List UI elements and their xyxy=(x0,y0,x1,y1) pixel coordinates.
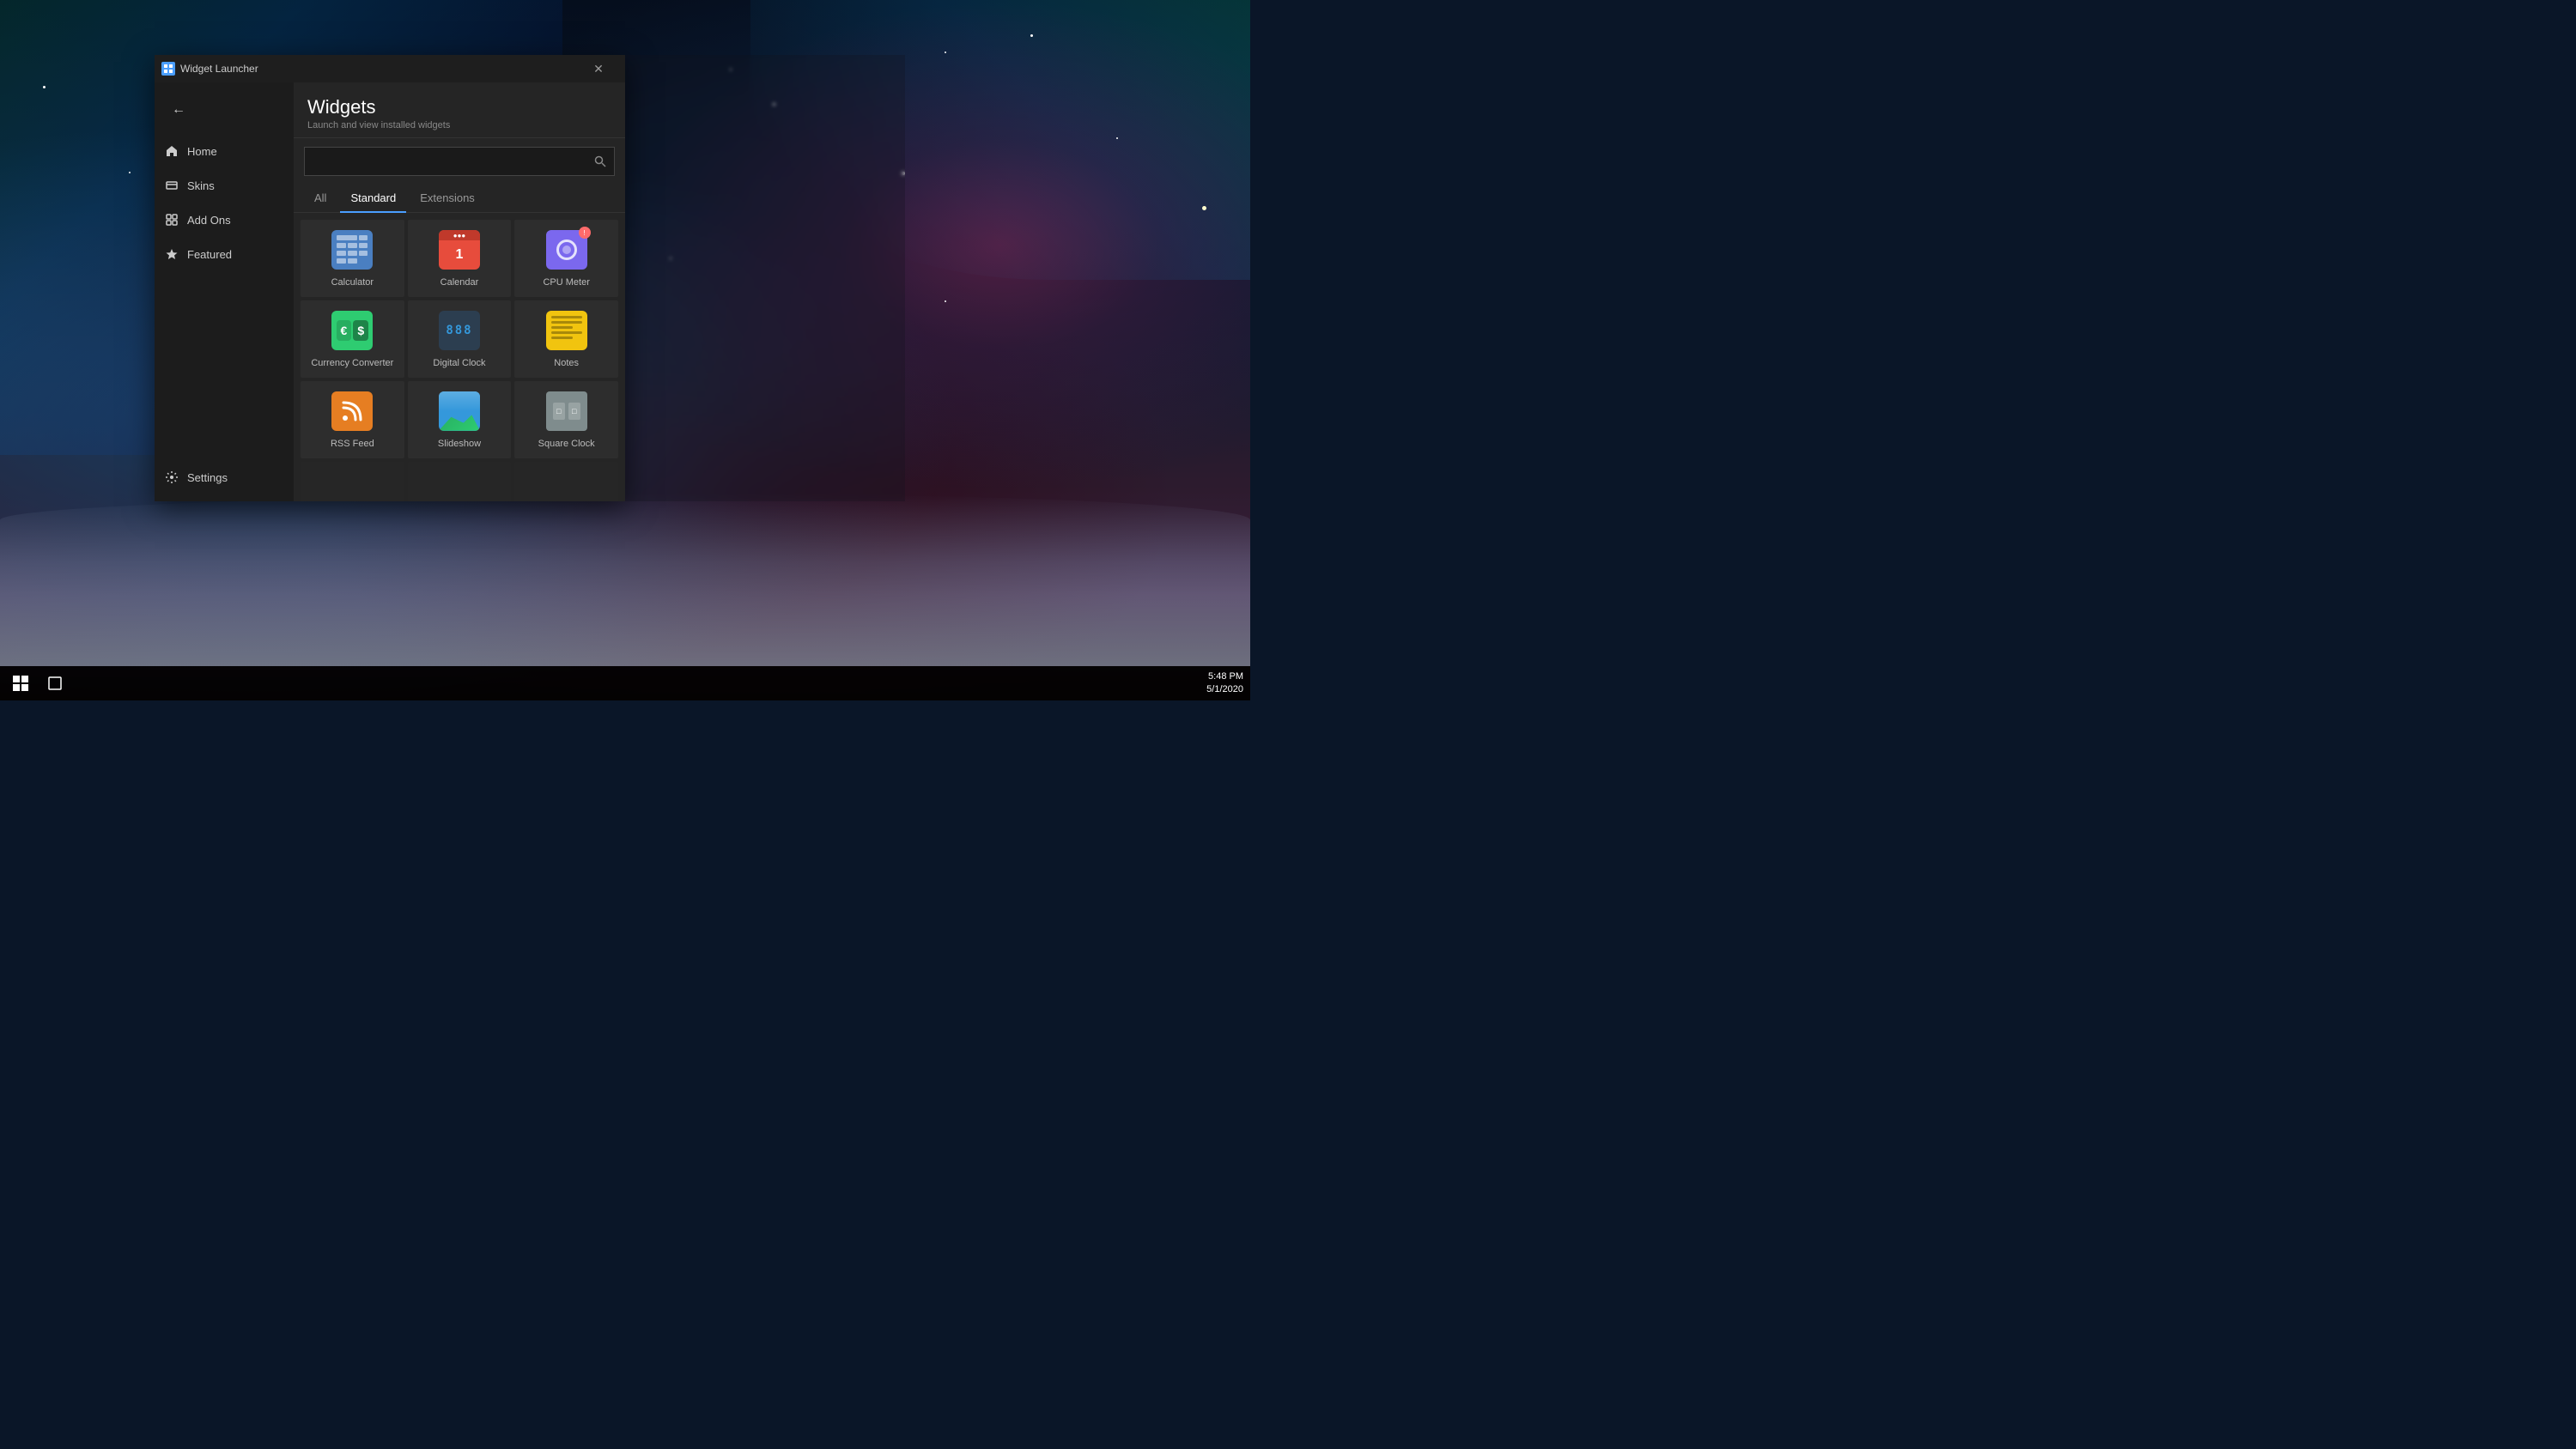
snow-ground xyxy=(0,494,1250,666)
panel-title: Widgets xyxy=(307,96,611,118)
window-content: ← Home xyxy=(155,82,625,501)
star xyxy=(945,300,946,302)
clock-date: 5/1/2020 xyxy=(1206,683,1243,696)
title-bar: Widget Launcher ✕ xyxy=(155,55,625,82)
search-button[interactable] xyxy=(586,148,614,175)
cpu-label: CPU Meter xyxy=(543,276,589,288)
star xyxy=(1116,137,1118,139)
notes-label: Notes xyxy=(554,357,579,369)
taskbar-left xyxy=(7,670,69,697)
sidebar: ← Home xyxy=(155,82,294,501)
square-clock-icon: □ □ xyxy=(546,391,587,431)
sidebar-item-addons[interactable]: Add Ons xyxy=(155,203,294,237)
addons-icon xyxy=(165,213,179,227)
widget-currency-converter[interactable]: € $ Currency Converter xyxy=(301,300,404,378)
sidebar-item-featured[interactable]: Featured xyxy=(155,237,294,271)
tab-extensions[interactable]: Extensions xyxy=(410,185,485,213)
search-input[interactable] xyxy=(305,148,586,175)
widget-calendar[interactable]: ●●● 1 Calendar xyxy=(408,220,512,297)
widget-digital-clock[interactable]: 888 Digital Clock xyxy=(408,300,512,378)
calendar-icon: ●●● 1 xyxy=(439,230,480,270)
panel-subtitle: Launch and view installed widgets xyxy=(307,120,611,130)
widget-grid: Calculator ●●● 1 Calendar xyxy=(294,213,625,501)
widget-launcher-window: Widget Launcher ✕ ← Home xyxy=(155,55,625,501)
clock-time: 5:48 PM xyxy=(1206,670,1243,683)
cpu-icon: ! xyxy=(546,230,587,270)
square-clock-label: Square Clock xyxy=(538,438,595,450)
featured-icon xyxy=(165,247,179,261)
skins-icon xyxy=(165,179,179,192)
slideshow-icon xyxy=(439,391,480,431)
search-input-wrap xyxy=(304,147,615,176)
widget-slideshow[interactable]: Slideshow xyxy=(408,381,512,458)
tabs: All Standard Extensions xyxy=(294,185,625,213)
home-icon xyxy=(165,144,179,158)
calculator-icon xyxy=(331,230,373,270)
window-title: Widget Launcher xyxy=(180,63,579,75)
calculator-label: Calculator xyxy=(331,276,374,288)
taskbar-clock: 5:48 PM 5/1/2020 xyxy=(1206,670,1243,697)
currency-icon: € $ xyxy=(331,311,373,350)
settings-button[interactable]: Settings xyxy=(155,460,294,494)
sidebar-item-skins[interactable]: Skins xyxy=(155,168,294,203)
sidebar-item-home[interactable]: Home xyxy=(155,134,294,168)
digital-clock-label: Digital Clock xyxy=(433,357,485,369)
panel-header: Widgets Launch and view installed widget… xyxy=(294,82,625,138)
star xyxy=(129,172,131,173)
settings-icon xyxy=(165,470,179,484)
rss-label: RSS Feed xyxy=(331,438,374,450)
widget-cpu-meter[interactable]: ! CPU Meter xyxy=(514,220,618,297)
search-taskbar-button[interactable] xyxy=(41,670,69,697)
calendar-label: Calendar xyxy=(440,276,479,288)
widget-empty-2 xyxy=(408,462,512,501)
slideshow-label: Slideshow xyxy=(438,438,481,450)
right-panel xyxy=(625,55,905,501)
widget-rss-feed[interactable]: RSS Feed xyxy=(301,381,404,458)
currency-label: Currency Converter xyxy=(311,357,393,369)
widget-empty-1 xyxy=(301,462,404,501)
star xyxy=(43,86,46,88)
back-button[interactable]: ← xyxy=(161,93,196,127)
main-panel: Widgets Launch and view installed widget… xyxy=(294,82,625,501)
tab-all[interactable]: All xyxy=(304,185,337,213)
tab-standard[interactable]: Standard xyxy=(340,185,406,213)
widget-square-clock[interactable]: □ □ Square Clock xyxy=(514,381,618,458)
widget-calculator[interactable]: Calculator xyxy=(301,220,404,297)
taskbar: 5:48 PM 5/1/2020 xyxy=(0,666,1250,700)
sidebar-nav: Home Skins xyxy=(155,130,294,453)
close-button[interactable]: ✕ xyxy=(579,55,618,82)
search-bar xyxy=(294,138,625,185)
rss-icon xyxy=(331,391,373,431)
sidebar-bottom: Settings xyxy=(155,453,294,501)
star xyxy=(945,52,946,53)
widget-notes[interactable]: Notes xyxy=(514,300,618,378)
star xyxy=(1030,34,1033,37)
star xyxy=(1202,206,1206,210)
window-icon xyxy=(161,62,175,76)
widget-empty-3 xyxy=(514,462,618,501)
digital-clock-icon: 888 xyxy=(439,311,480,350)
start-button[interactable] xyxy=(7,670,34,697)
taskbar-right: 5:48 PM 5/1/2020 xyxy=(1206,670,1243,697)
notes-icon xyxy=(546,311,587,350)
